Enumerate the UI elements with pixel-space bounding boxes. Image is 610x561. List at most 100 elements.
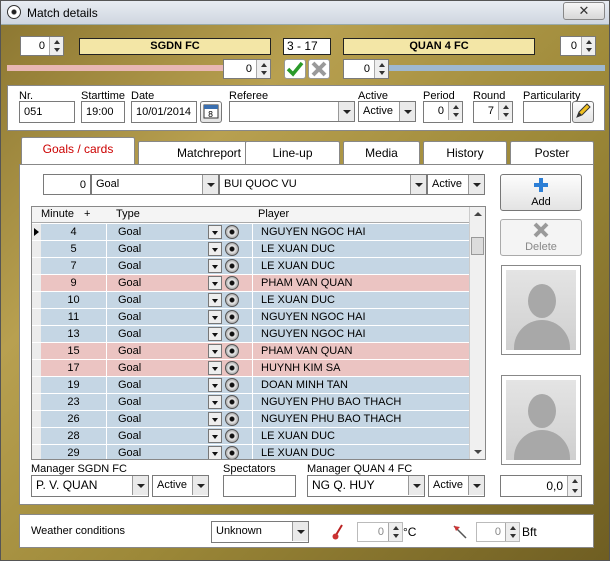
row-player[interactable]: NGUYEN NGOC HAI: [252, 309, 469, 325]
row-selector[interactable]: [32, 428, 41, 444]
score-display[interactable]: 3 - 17: [283, 38, 331, 55]
table-row[interactable]: 7 Goal LE XUAN DUC: [32, 258, 469, 275]
tab-history[interactable]: History: [423, 141, 507, 165]
close-button[interactable]: ✕: [563, 2, 605, 20]
away-manager-select[interactable]: NG Q. HUY: [307, 475, 425, 497]
row-minute[interactable]: 15: [41, 343, 107, 359]
entry-minute-field[interactable]: 0: [43, 174, 91, 195]
row-selector[interactable]: [32, 258, 41, 274]
chevron-down-icon[interactable]: [208, 242, 222, 256]
period-stepper[interactable]: 0: [423, 101, 463, 123]
row-player[interactable]: NGUYEN PHU BAO THACH: [252, 411, 469, 427]
row-selector[interactable]: [32, 445, 41, 459]
row-selector[interactable]: [32, 343, 41, 359]
row-minute[interactable]: 7: [41, 258, 107, 274]
date-field[interactable]: 10/01/2014: [131, 101, 197, 123]
tab-line-up[interactable]: Line-up: [245, 141, 340, 165]
table-row[interactable]: 10 Goal LE XUAN DUC: [32, 292, 469, 309]
home-manager-status-select[interactable]: Active: [152, 475, 209, 497]
chevron-down-icon[interactable]: [208, 225, 222, 239]
table-row[interactable]: 15 Goal PHAM VAN QUAN: [32, 343, 469, 360]
row-type[interactable]: Goal: [108, 343, 208, 359]
row-selector[interactable]: [32, 241, 41, 257]
row-type[interactable]: Goal: [108, 275, 208, 291]
table-row[interactable]: 13 Goal NGUYEN NGOC HAI: [32, 326, 469, 343]
row-type[interactable]: Goal: [108, 445, 208, 459]
row-player[interactable]: LE XUAN DUC: [252, 445, 469, 459]
row-selector[interactable]: [32, 309, 41, 325]
row-selector[interactable]: [32, 292, 41, 308]
row-minute[interactable]: 26: [41, 411, 107, 427]
row-type[interactable]: Goal: [108, 360, 208, 376]
table-row[interactable]: 29 Goal LE XUAN DUC: [32, 445, 469, 459]
row-selector[interactable]: [32, 275, 41, 291]
chevron-down-icon[interactable]: [208, 276, 222, 290]
chevron-down-icon[interactable]: [208, 429, 222, 443]
wind-stepper[interactable]: 0: [476, 522, 520, 542]
stepper-arrows-icon[interactable]: [374, 60, 388, 78]
referee-select[interactable]: [229, 101, 355, 122]
row-player[interactable]: PHAM VAN QUAN: [252, 343, 469, 359]
edit-particularity-button[interactable]: [572, 101, 594, 123]
temperature-stepper[interactable]: 0: [357, 522, 403, 542]
chevron-down-icon[interactable]: [208, 344, 222, 358]
add-button[interactable]: Add: [500, 174, 582, 211]
spectators-field[interactable]: [223, 475, 296, 497]
col-minute[interactable]: Minute: [41, 208, 74, 220]
row-selector[interactable]: [32, 360, 41, 376]
table-row[interactable]: 23 Goal NGUYEN PHU BAO THACH: [32, 394, 469, 411]
row-type[interactable]: Goal: [108, 224, 208, 240]
chevron-down-icon[interactable]: [132, 476, 148, 495]
active-select[interactable]: Active: [358, 101, 416, 122]
chevron-down-icon[interactable]: [208, 378, 222, 392]
table-row[interactable]: 19 Goal DOAN MINH TAN: [32, 377, 469, 394]
chevron-down-icon[interactable]: [208, 361, 222, 375]
confirm-score-button[interactable]: [284, 59, 306, 79]
chevron-down-icon[interactable]: [208, 446, 222, 459]
chevron-down-icon[interactable]: [468, 175, 484, 194]
row-minute[interactable]: 29: [41, 445, 107, 459]
stepper-arrows-icon[interactable]: [567, 476, 581, 496]
chevron-down-icon[interactable]: [410, 175, 426, 194]
chevron-down-icon[interactable]: [208, 395, 222, 409]
chevron-down-icon[interactable]: [338, 102, 354, 121]
row-type[interactable]: Goal: [108, 411, 208, 427]
starttime-field[interactable]: 19:00: [81, 101, 125, 123]
tab-goals-cards[interactable]: Goals / cards: [21, 137, 135, 165]
row-selector[interactable]: [32, 224, 41, 240]
row-minute[interactable]: 28: [41, 428, 107, 444]
chevron-down-icon[interactable]: [192, 476, 208, 495]
row-type[interactable]: Goal: [108, 258, 208, 274]
col-plus[interactable]: +: [84, 208, 90, 220]
chevron-down-icon[interactable]: [468, 476, 484, 495]
weather-select[interactable]: Unknown: [211, 521, 309, 543]
row-selector[interactable]: [32, 411, 41, 427]
row-type[interactable]: Goal: [108, 428, 208, 444]
row-type[interactable]: Goal: [108, 241, 208, 257]
home-extra-stepper[interactable]: 0: [223, 59, 271, 79]
row-type[interactable]: Goal: [108, 377, 208, 393]
table-row[interactable]: 17 Goal HUYNH KIM SA: [32, 360, 469, 377]
calendar-button[interactable]: 8: [200, 101, 222, 123]
row-player[interactable]: NGUYEN NGOC HAI: [252, 224, 469, 240]
nr-field[interactable]: 051: [19, 101, 75, 123]
chevron-down-icon[interactable]: [208, 293, 222, 307]
row-minute[interactable]: 19: [41, 377, 107, 393]
row-selector[interactable]: [32, 326, 41, 342]
entry-player-select[interactable]: BUI QUOC VU: [219, 174, 427, 195]
row-type[interactable]: Goal: [108, 309, 208, 325]
row-minute[interactable]: 13: [41, 326, 107, 342]
table-row[interactable]: 26 Goal NGUYEN PHU BAO THACH: [32, 411, 469, 428]
col-player[interactable]: Player: [258, 208, 289, 220]
row-type[interactable]: Goal: [108, 292, 208, 308]
entry-type-select[interactable]: Goal: [91, 174, 219, 195]
row-player[interactable]: LE XUAN DUC: [252, 428, 469, 444]
row-type[interactable]: Goal: [108, 326, 208, 342]
row-player[interactable]: LE XUAN DUC: [252, 292, 469, 308]
col-type[interactable]: Type: [116, 208, 140, 220]
row-player[interactable]: LE XUAN DUC: [252, 258, 469, 274]
stepper-arrows-icon[interactable]: [448, 102, 462, 120]
scroll-down-icon[interactable]: [470, 445, 485, 459]
particularity-field[interactable]: [523, 101, 571, 123]
grid-scrollbar[interactable]: [469, 207, 485, 459]
